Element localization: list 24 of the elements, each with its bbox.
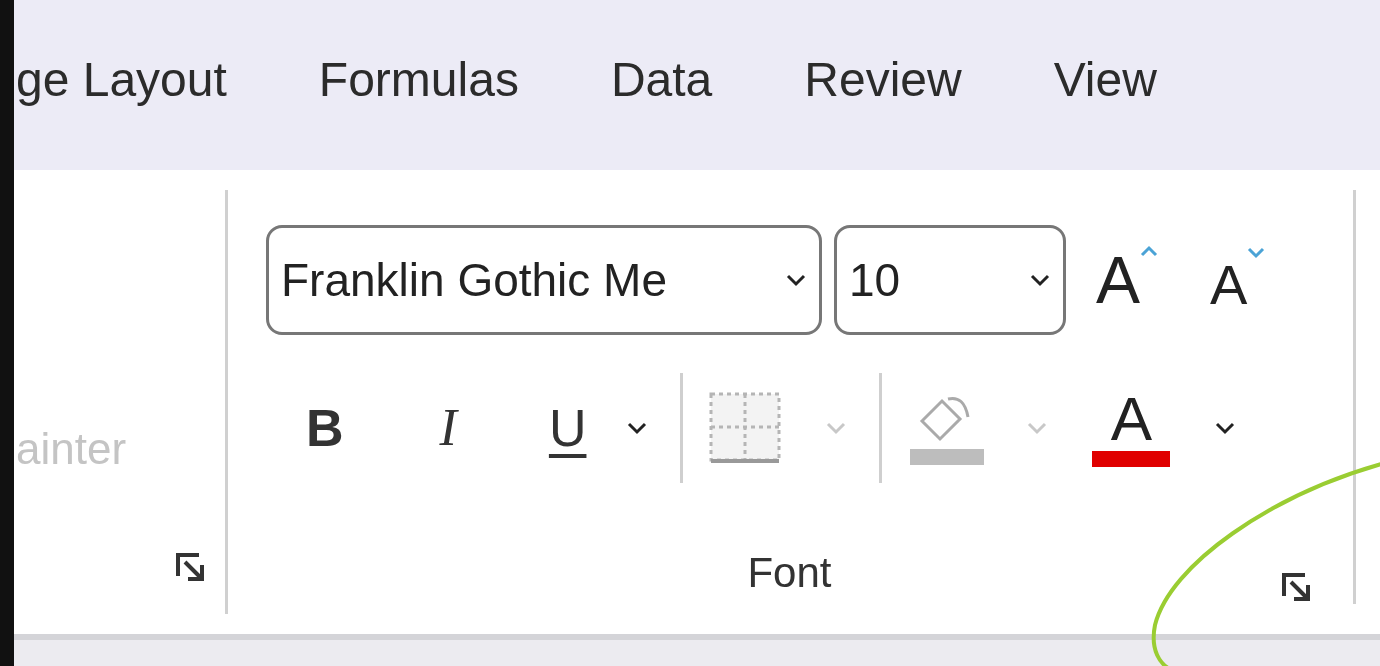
- ribbon-tab[interactable]: ge Layout: [16, 44, 227, 116]
- dialog-launcher-icon[interactable]: [1281, 572, 1313, 604]
- font-size-value: 10: [849, 252, 901, 308]
- ribbon-tab[interactable]: Data: [610, 44, 713, 116]
- font-name-dropdown[interactable]: Franklin Gothic Me: [266, 225, 822, 335]
- ribbon-tab[interactable]: Review: [804, 44, 962, 116]
- bold-button[interactable]: B: [306, 389, 344, 467]
- group-label: Font: [747, 548, 832, 598]
- font-name-value: Franklin Gothic Me: [281, 252, 667, 308]
- down-caret-icon: [1247, 247, 1266, 259]
- shrink-font-button[interactable]: A: [1210, 243, 1266, 327]
- italic-button[interactable]: I: [439, 389, 457, 467]
- underline-button[interactable]: U: [548, 389, 587, 467]
- dialog-launcher-icon[interactable]: [175, 552, 207, 584]
- ribbon-tab[interactable]: Formulas: [318, 44, 519, 116]
- up-caret-icon: [1140, 244, 1159, 257]
- font-size-dropdown[interactable]: 10: [834, 225, 1066, 335]
- caret-icon[interactable]: [785, 273, 807, 287]
- caret-icon[interactable]: [626, 421, 649, 435]
- grow-font-button[interactable]: A: [1096, 230, 1159, 330]
- ribbon-tab[interactable]: View: [1053, 44, 1157, 116]
- font-color-button[interactable]: A: [1092, 389, 1171, 467]
- caret-icon[interactable]: [1214, 421, 1237, 435]
- caret-icon[interactable]: [1029, 273, 1051, 287]
